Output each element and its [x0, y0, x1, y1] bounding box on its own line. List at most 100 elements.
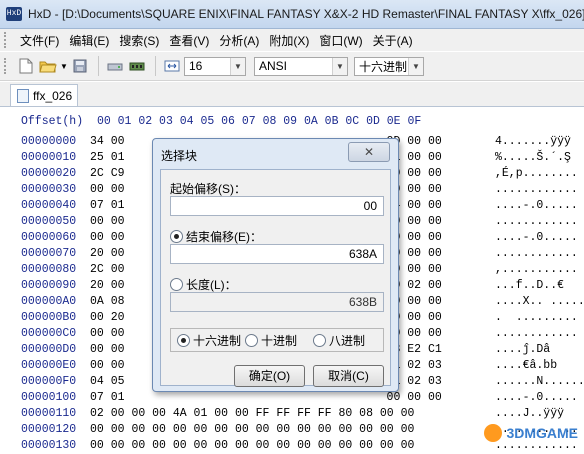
- row-text[interactable]: ,...........: [495, 262, 578, 278]
- row-text[interactable]: ...f..D..€: [495, 278, 564, 294]
- row-offset: 000000A0: [21, 295, 77, 308]
- row-hex-bytes[interactable]: 34 00: [90, 135, 125, 148]
- row-hex-bytes[interactable]: 00 00: [90, 359, 125, 372]
- select-block-dialog: 选择块 ✕ 起始偏移(S)： 00 结束偏移(E)： 638A 长度(L)： 6…: [152, 138, 399, 392]
- hex-row[interactable]: 00000100 07 01 00 00 00 ....-.0.....: [21, 390, 578, 406]
- menu-file[interactable]: 文件(F): [16, 32, 63, 49]
- row-hex-bytes[interactable]: 00 00: [90, 215, 125, 228]
- hex-option[interactable]: 十六进制: [177, 332, 241, 349]
- row-text[interactable]: ....-.0.....: [495, 390, 578, 406]
- charset-select[interactable]: ANSI ▼: [254, 56, 348, 76]
- ok-button[interactable]: 确定(O): [234, 365, 305, 387]
- end-offset-option[interactable]: 结束偏移(E)：: [170, 228, 262, 245]
- row-hex-bytes[interactable]: 2C C9: [90, 167, 125, 180]
- row-text[interactable]: ............: [495, 326, 578, 342]
- row-text[interactable]: ....J..ÿÿÿ: [495, 406, 564, 422]
- hex-row[interactable]: 00000130 00 00 00 00 00 00 00 00 00 00 0…: [21, 438, 578, 454]
- row-text[interactable]: ,É,p........: [495, 166, 578, 182]
- hex-row[interactable]: 00000120 00 00 00 00 00 00 00 00 00 00 0…: [21, 422, 578, 438]
- row-text[interactable]: 4.......ÿÿÿ: [495, 134, 571, 150]
- close-button[interactable]: ✕: [348, 142, 390, 162]
- hex-row[interactable]: 00000110 02 00 00 00 4A 01 00 00 FF FF F…: [21, 406, 564, 422]
- cancel-button[interactable]: 取消(C): [313, 365, 384, 387]
- row-hex-bytes[interactable]: 00 00: [90, 327, 125, 340]
- dec-option[interactable]: 十进制: [245, 332, 297, 349]
- length-radio[interactable]: [170, 278, 183, 291]
- menu-edit[interactable]: 编辑(E): [65, 32, 113, 49]
- oct-radio[interactable]: [313, 333, 327, 347]
- row-hex-bytes[interactable]: 25 01: [90, 151, 125, 164]
- row-offset: 000000C0: [21, 327, 77, 340]
- row-text[interactable]: %.....Š.´.Ş: [495, 150, 571, 166]
- hex-radio[interactable]: [177, 333, 190, 347]
- ram-icon[interactable]: [127, 56, 147, 76]
- row-hex-bytes[interactable]: 2C 00: [90, 263, 125, 276]
- row-text[interactable]: ....ĵ.Dâ: [495, 342, 550, 358]
- tab-ffx-026[interactable]: ffx_026: [10, 84, 78, 106]
- end-offset-radio[interactable]: [170, 230, 183, 243]
- row-text[interactable]: ....X.. .....: [495, 294, 584, 310]
- row-offset: 00000120: [21, 423, 77, 436]
- columns-icon[interactable]: [162, 56, 182, 76]
- chevron-down-icon[interactable]: ▼: [230, 57, 245, 75]
- length-field: 638B: [170, 292, 384, 312]
- hex-label: 十六进制: [193, 333, 242, 348]
- end-offset-field[interactable]: 638A: [170, 244, 384, 264]
- row-hex-bytes[interactable]: 07 01: [90, 199, 125, 212]
- end-offset-label: 结束偏移(E)：: [186, 230, 262, 244]
- dialog-body: 起始偏移(S)： 00 结束偏移(E)： 638A 长度(L)： 638B 十六…: [160, 169, 391, 387]
- menu-window[interactable]: 窗口(W): [315, 32, 366, 49]
- row-offset: 00000000: [21, 135, 77, 148]
- row-hex-bytes[interactable]: 20 00: [90, 279, 125, 292]
- row-text[interactable]: . .........: [495, 310, 578, 326]
- row-text[interactable]: ....€â.bb: [495, 358, 557, 374]
- start-offset-label: 起始偏移(S)：: [170, 182, 246, 196]
- hxd-app-icon: HxD: [6, 7, 22, 21]
- row-hex-bytes[interactable]: 04 05: [90, 375, 125, 388]
- menu-analysis[interactable]: 分析(A): [215, 32, 263, 49]
- menu-about[interactable]: 关于(A): [369, 32, 417, 49]
- row-hex-bytes[interactable]: 00 00: [90, 231, 125, 244]
- row-offset: 00000020: [21, 167, 77, 180]
- menu-view[interactable]: 查看(V): [165, 32, 213, 49]
- row-hex-bytes[interactable]: 02 00 00 00 4A 01 00 00 FF FF FF FF 80 0…: [90, 407, 414, 420]
- row-text[interactable]: ....-.0.....: [495, 198, 578, 214]
- open-folder-icon[interactable]: [38, 56, 58, 76]
- row-offset: 00000050: [21, 215, 77, 228]
- bytes-per-row-select[interactable]: 16 ▼: [184, 56, 246, 76]
- save-icon[interactable]: [70, 56, 90, 76]
- row-offset: 000000B0: [21, 311, 77, 324]
- row-text[interactable]: ............: [495, 214, 578, 230]
- dec-radio[interactable]: [245, 333, 259, 347]
- row-hex-bytes[interactable]: 00 20: [90, 311, 125, 324]
- row-offset: 000000E0: [21, 359, 77, 372]
- length-option[interactable]: 长度(L)：: [170, 276, 237, 293]
- start-offset-field[interactable]: 00: [170, 196, 384, 216]
- row-hex-bytes-right[interactable]: 00 00 00: [387, 391, 442, 404]
- offset-base-value: 十六进制: [359, 59, 408, 74]
- chevron-down-icon[interactable]: ▼: [332, 57, 347, 75]
- row-text[interactable]: ......N......: [495, 374, 584, 390]
- disk-icon[interactable]: [105, 56, 125, 76]
- row-hex-bytes[interactable]: 00 00: [90, 343, 125, 356]
- menu-extras[interactable]: 附加(X): [265, 32, 313, 49]
- row-hex-bytes[interactable]: 00 00 00 00 00 00 00 00 00 00 00 00 00 0…: [90, 423, 414, 436]
- row-offset: 00000010: [21, 151, 77, 164]
- new-file-icon[interactable]: [16, 56, 36, 76]
- row-hex-bytes[interactable]: 07 01: [90, 391, 125, 404]
- row-hex-bytes[interactable]: 20 00: [90, 247, 125, 260]
- row-text[interactable]: ............: [495, 182, 578, 198]
- row-offset: 00000090: [21, 279, 77, 292]
- row-text[interactable]: ....-.0.....: [495, 230, 578, 246]
- tab-label: ffx_026: [33, 88, 73, 103]
- dropdown-arrow-icon[interactable]: ▼: [60, 56, 68, 76]
- row-hex-bytes[interactable]: 00 00: [90, 183, 125, 196]
- chevron-down-icon[interactable]: ▼: [408, 57, 423, 75]
- row-text[interactable]: ............: [495, 246, 578, 262]
- offset-base-select[interactable]: 十六进制 ▼: [354, 56, 424, 76]
- title-bar: HxD HxD - [D:\Documents\SQUARE ENIX\FINA…: [0, 0, 584, 29]
- watermark: 3DMGAME: [484, 424, 578, 442]
- menu-search[interactable]: 搜索(S): [115, 32, 163, 49]
- oct-option[interactable]: 八进制: [313, 332, 365, 349]
- row-hex-bytes[interactable]: 0A 08: [90, 295, 125, 308]
